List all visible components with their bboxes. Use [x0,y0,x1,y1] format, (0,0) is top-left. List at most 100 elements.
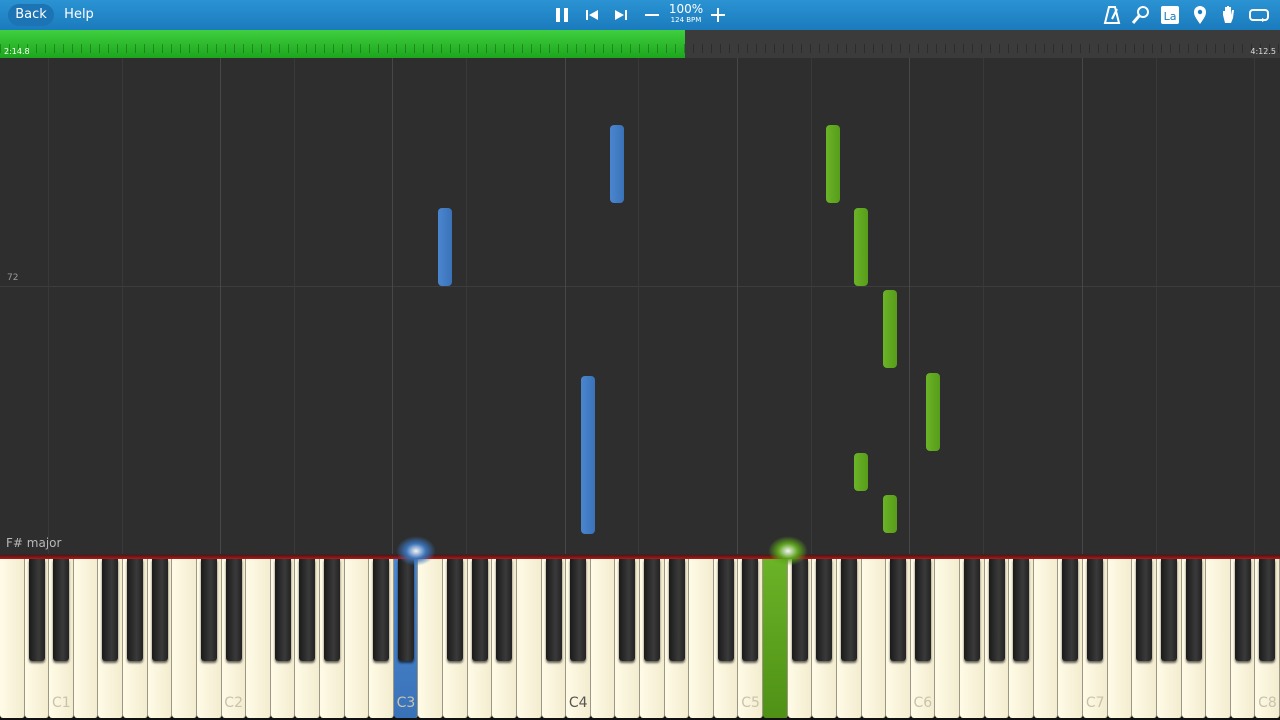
octave-label: C7 [1085,695,1105,711]
metronome-icon[interactable] [1100,3,1124,27]
black-key[interactable] [28,559,45,661]
black-key[interactable] [619,559,636,661]
hand-icon[interactable] [1217,3,1241,27]
grid-line [737,58,738,554]
black-key[interactable] [816,559,833,661]
black-key[interactable] [1013,559,1030,661]
right-hand-note [883,495,897,533]
right-hand-note [826,125,840,203]
current-time: 2:14.8 [4,47,30,56]
grid-line [811,58,812,554]
octave-label: C2 [224,695,243,711]
octave-label: C3 [396,695,416,711]
black-key[interactable] [963,559,980,661]
back-button[interactable]: Back [8,4,54,26]
black-key[interactable] [447,559,464,661]
white-key[interactable] [1033,559,1059,718]
grid-line [294,58,295,554]
key-signature: F# major [6,536,62,550]
black-key[interactable] [545,559,562,661]
grid-line [220,58,221,554]
left-hand-note [438,208,452,286]
black-key[interactable] [890,559,907,661]
black-key[interactable] [840,559,857,661]
left-hand-note [581,376,595,534]
grid-line [983,58,984,554]
black-key[interactable] [151,559,168,661]
black-key[interactable] [988,559,1005,661]
black-key[interactable] [742,559,759,661]
black-key[interactable] [570,559,587,661]
white-key[interactable] [344,559,370,718]
black-key[interactable] [1136,559,1153,661]
octave-label: C5 [741,695,760,711]
black-key[interactable] [914,559,931,661]
white-key[interactable] [0,559,25,718]
piano-keyboard[interactable]: C1 C2 C3 C4 C5 C6 C7 C8 [0,559,1280,720]
speed-display: 100% 124 BPM [666,3,706,25]
white-key[interactable] [861,559,887,718]
next-icon[interactable] [609,3,633,27]
black-key[interactable] [200,559,217,661]
black-key[interactable] [225,559,242,661]
black-key[interactable] [1160,559,1177,661]
black-key[interactable] [1259,559,1276,661]
black-key[interactable] [496,559,513,661]
grid-line [909,58,910,554]
white-key[interactable] [418,559,444,718]
minus-icon[interactable] [640,3,664,27]
white-key[interactable] [935,559,960,718]
grid-line [392,58,393,554]
grid-line [1156,58,1157,554]
octave-label: C1 [52,695,71,711]
black-key[interactable] [791,559,808,661]
location-pin-icon[interactable] [1188,3,1212,27]
right-hand-note [926,373,940,451]
black-key[interactable] [1185,559,1202,661]
black-key[interactable] [397,559,414,661]
black-key[interactable] [643,559,660,661]
previous-icon[interactable] [580,3,604,27]
grid-line [1254,58,1255,554]
black-key[interactable] [274,559,291,661]
right-hand-note [854,208,868,286]
black-key[interactable] [1234,559,1251,661]
black-key[interactable] [471,559,488,661]
black-key[interactable] [102,559,119,661]
white-key[interactable] [689,559,714,718]
black-key[interactable] [127,559,144,661]
black-key[interactable] [53,559,70,661]
white-key[interactable] [516,559,542,718]
help-button[interactable]: Help [60,0,98,30]
black-key[interactable] [668,559,685,661]
black-key[interactable] [299,559,316,661]
loop-icon[interactable] [1247,3,1271,27]
black-key[interactable] [373,559,390,661]
black-key[interactable] [1087,559,1104,661]
toolbar: Back Help 100% 124 BPM La [0,0,1280,30]
magnifier-icon[interactable] [1129,3,1153,27]
white-key[interactable] [73,559,99,718]
speed-percent: 100% [668,2,704,16]
svg-text:La: La [1164,10,1177,23]
plus-icon[interactable] [706,3,730,27]
song-progress-bar[interactable]: 2:14.8 4:12.5 [0,30,1280,58]
white-key[interactable] [1206,559,1231,718]
black-key[interactable] [717,559,734,661]
octave-label: C6 [913,695,933,711]
white-key[interactable] [763,559,788,718]
white-key[interactable] [590,559,616,718]
progress-ticks [0,44,1280,53]
right-hand-note [883,290,897,368]
pause-icon[interactable] [550,3,574,27]
white-key[interactable] [172,559,197,718]
right-hand-note [854,453,868,491]
white-key[interactable] [1107,559,1133,718]
black-key[interactable] [1062,559,1079,661]
grid-line [122,58,123,554]
label-icon[interactable]: La [1158,3,1182,27]
black-key[interactable] [323,559,340,661]
white-key[interactable] [246,559,271,718]
key-glow [768,536,808,566]
key-glow [396,536,436,566]
